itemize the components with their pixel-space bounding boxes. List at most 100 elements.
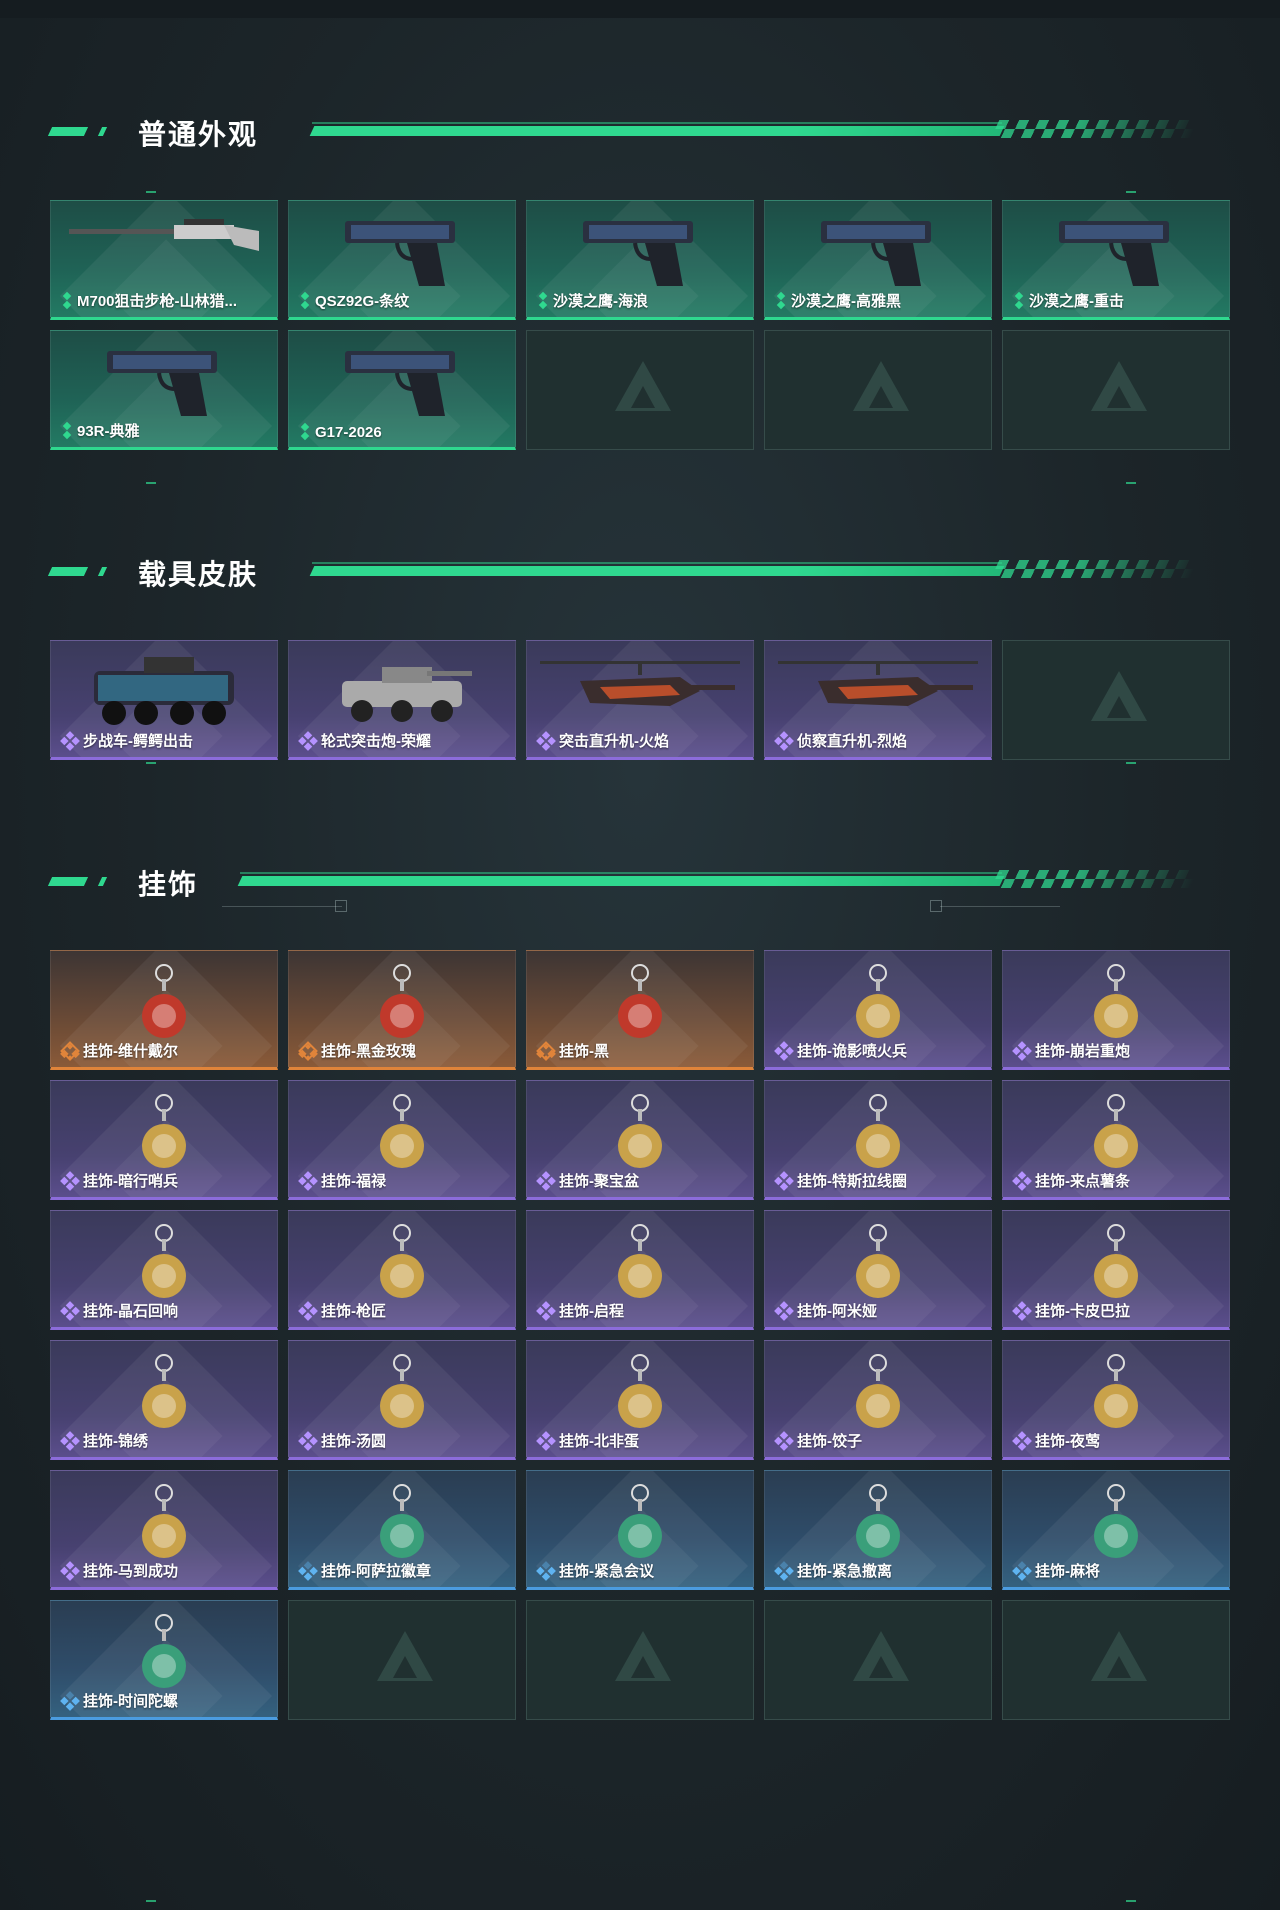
item-grid-vehicle-skins: 步战车-鳄鳄出击 轮式突击炮-荣耀 突击直升机-火焰 侦察直升机-烈焰	[50, 640, 1230, 760]
decor-tick	[146, 191, 156, 193]
header-line	[312, 562, 1002, 564]
rarity-orange-icon	[60, 1040, 80, 1061]
item-card[interactable]: 挂饰-福禄	[288, 1080, 516, 1200]
item-label-row: 侦察直升机-烈焰	[774, 730, 985, 751]
item-card[interactable]: 挂饰-特斯拉线圈	[764, 1080, 992, 1200]
item-label: 沙漠之鹰-海浪	[553, 293, 648, 310]
item-card[interactable]: 挂饰-晶石回响	[50, 1210, 278, 1330]
item-label-row: 挂饰-枪匠	[298, 1300, 509, 1321]
item-label-row: 突击直升机-火焰	[536, 730, 747, 751]
item-card[interactable]: 挂饰-锦绣	[50, 1340, 278, 1460]
item-label: 挂饰-黑	[559, 1043, 609, 1060]
pistol-icon	[99, 341, 229, 426]
item-label: 挂饰-维什戴尔	[83, 1043, 178, 1060]
item-card[interactable]: 挂饰-时间陀螺	[50, 1600, 278, 1720]
rarity-green-icon	[1015, 292, 1023, 310]
item-card[interactable]: 挂饰-聚宝盆	[526, 1080, 754, 1200]
item-card[interactable]: 挂饰-麻将	[1002, 1470, 1230, 1590]
item-card[interactable]: 挂饰-卡皮巴拉	[1002, 1210, 1230, 1330]
empty-slot	[764, 1600, 992, 1720]
item-card[interactable]: 挂饰-启程	[526, 1210, 754, 1330]
armored-vehicle-icon	[84, 651, 244, 736]
item-label-row: 挂饰-特斯拉线圈	[774, 1170, 985, 1191]
item-label: 挂饰-紧急会议	[559, 1563, 654, 1580]
decor-box	[930, 900, 942, 912]
item-card[interactable]: 挂饰-饺子	[764, 1340, 992, 1460]
decor-line	[222, 906, 342, 907]
header-line	[309, 126, 1005, 136]
item-label: 挂饰-锦绣	[83, 1433, 148, 1450]
item-card[interactable]: 突击直升机-火焰	[526, 640, 754, 760]
item-card[interactable]: 挂饰-维什戴尔	[50, 950, 278, 1070]
item-card[interactable]: 挂饰-来点薯条	[1002, 1080, 1230, 1200]
section-title: 普通外观	[138, 119, 259, 150]
item-card[interactable]: 挂饰-北非蛋	[526, 1340, 754, 1460]
header-checker-pattern	[990, 560, 1200, 578]
item-label: 挂饰-阿米娅	[797, 1303, 877, 1320]
empty-slot	[1002, 1600, 1230, 1720]
item-label-row: 挂饰-黑	[536, 1040, 747, 1061]
item-label: 轮式突击炮-荣耀	[321, 733, 431, 750]
item-card[interactable]: 挂饰-紧急撤离	[764, 1470, 992, 1590]
item-label: G17-2026	[315, 423, 382, 441]
rarity-purple-icon	[60, 730, 80, 751]
item-card[interactable]: QSZ92G-条纹	[288, 200, 516, 320]
item-card[interactable]: 挂饰-阿米娅	[764, 1210, 992, 1330]
header-accent	[97, 567, 108, 576]
item-label: 挂饰-饺子	[797, 1433, 862, 1450]
item-label-row: 挂饰-卡皮巴拉	[1012, 1300, 1223, 1321]
item-card[interactable]: 沙漠之鹰-海浪	[526, 200, 754, 320]
header-line	[309, 566, 1005, 576]
item-card[interactable]: 侦察直升机-烈焰	[764, 640, 992, 760]
item-label: 挂饰-北非蛋	[559, 1433, 639, 1450]
item-card[interactable]: 沙漠之鹰-重击	[1002, 200, 1230, 320]
item-card[interactable]: 挂饰-枪匠	[288, 1210, 516, 1330]
header-line	[312, 122, 1002, 124]
item-card[interactable]: 挂饰-崩岩重炮	[1002, 950, 1230, 1070]
item-card[interactable]: 挂饰-黑金玫瑰	[288, 950, 516, 1070]
item-card[interactable]: G17-2026	[288, 330, 516, 450]
item-label: 突击直升机-火焰	[559, 733, 669, 750]
rarity-green-icon	[301, 292, 309, 310]
sniper-rifle-icon	[64, 211, 264, 266]
decor-tick	[146, 482, 156, 484]
item-label-row: 93R-典雅	[63, 420, 271, 441]
rarity-purple-icon	[774, 1430, 794, 1451]
item-label-row: 挂饰-饺子	[774, 1430, 985, 1451]
item-card[interactable]: 挂饰-马到成功	[50, 1470, 278, 1590]
rarity-green-icon	[777, 292, 785, 310]
item-label: 挂饰-特斯拉线圈	[797, 1173, 907, 1190]
placeholder-logo-inner	[869, 1656, 893, 1678]
item-label-row: 挂饰-紧急撤离	[774, 1560, 985, 1581]
rarity-blue-icon	[60, 1690, 80, 1711]
item-card[interactable]: 轮式突击炮-荣耀	[288, 640, 516, 760]
item-label-row: 沙漠之鹰-高雅黑	[777, 290, 985, 311]
rarity-orange-icon	[536, 1040, 556, 1061]
item-card[interactable]: 挂饰-汤圆	[288, 1340, 516, 1460]
placeholder-logo-inner	[631, 386, 655, 408]
item-card[interactable]: 挂饰-诡影喷火兵	[764, 950, 992, 1070]
rarity-purple-icon	[298, 730, 318, 751]
item-card[interactable]: 沙漠之鹰-高雅黑	[764, 200, 992, 320]
item-label-row: M700狙击步枪-山林猎...	[63, 290, 271, 311]
header-line	[240, 872, 1002, 874]
rarity-green-icon	[63, 292, 71, 310]
item-card[interactable]: 挂饰-暗行哨兵	[50, 1080, 278, 1200]
decor-tick	[1126, 1900, 1136, 1902]
item-card[interactable]: 挂饰-黑	[526, 950, 754, 1070]
item-card[interactable]: 挂饰-夜莺	[1002, 1340, 1230, 1460]
item-label: 挂饰-晶石回响	[83, 1303, 178, 1320]
item-card[interactable]: M700狙击步枪-山林猎...	[50, 200, 278, 320]
rarity-purple-icon	[536, 730, 556, 751]
item-label-row: 挂饰-北非蛋	[536, 1430, 747, 1451]
decor-tick	[1126, 762, 1136, 764]
item-card[interactable]: 步战车-鳄鳄出击	[50, 640, 278, 760]
section-title: 挂饰	[138, 869, 199, 900]
item-label-row: 挂饰-黑金玫瑰	[298, 1040, 509, 1061]
item-card[interactable]: 挂饰-紧急会议	[526, 1470, 754, 1590]
item-label: 挂饰-卡皮巴拉	[1035, 1303, 1130, 1320]
item-card[interactable]: 93R-典雅	[50, 330, 278, 450]
decor-tick	[146, 762, 156, 764]
item-card[interactable]: 挂饰-阿萨拉徽章	[288, 1470, 516, 1590]
empty-slot	[1002, 640, 1230, 760]
